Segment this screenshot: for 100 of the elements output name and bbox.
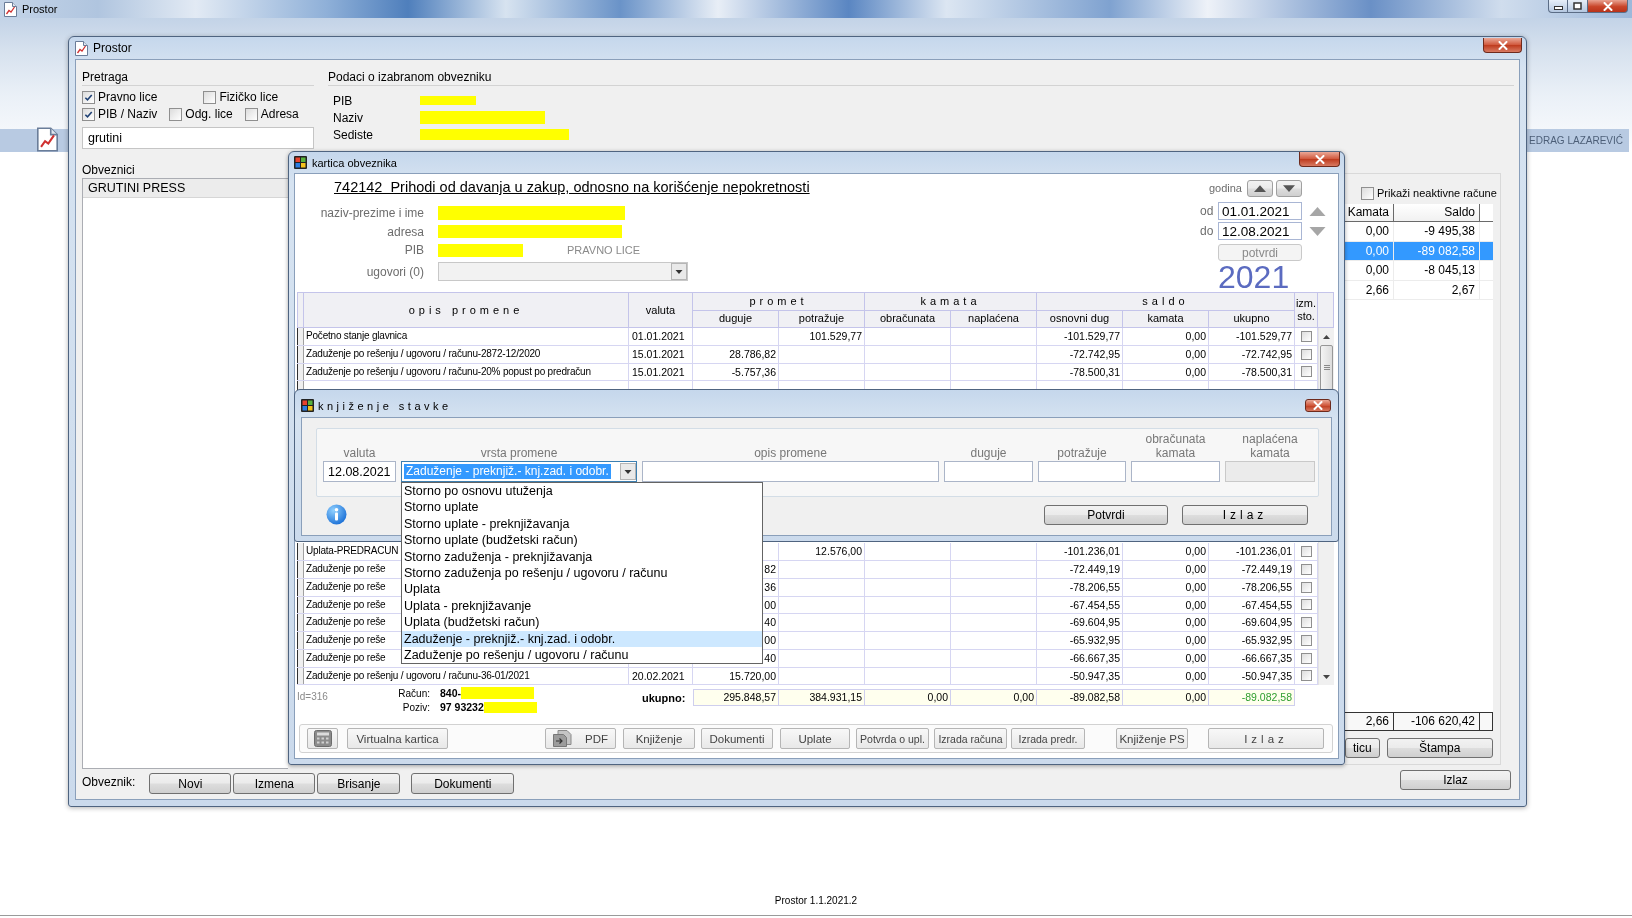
checkbox[interactable] (82, 90, 95, 104)
info-icon[interactable] (326, 504, 347, 525)
table-cell: -65.932,95 (1069, 634, 1120, 646)
dropdown-option[interactable]: Uplata (budžetski račun) (402, 614, 762, 631)
partially-hidden-button[interactable]: ticu (1345, 738, 1380, 758)
input-field[interactable] (642, 461, 939, 482)
input-field[interactable] (944, 461, 1033, 482)
row-selector[interactable] (297, 649, 304, 667)
document-icon (553, 730, 573, 748)
checkbox[interactable] (1301, 670, 1312, 682)
checkbox-label[interactable]: Adresa (260, 107, 299, 121)
chart-document-icon[interactable] (37, 127, 58, 152)
documents-button[interactable]: Dokumenti (411, 773, 515, 794)
row-selector[interactable] (297, 614, 304, 631)
checkbox[interactable] (1301, 546, 1312, 558)
input-field[interactable] (1131, 461, 1220, 482)
checkbox[interactable] (1301, 599, 1312, 611)
checkbox-label[interactable]: Pravno lice (98, 90, 158, 104)
checkbox-label[interactable]: Odg. lice (185, 107, 233, 121)
spin-down-button[interactable] (1276, 179, 1302, 197)
print-button[interactable]: Štampa (1386, 738, 1493, 758)
date-field[interactable]: 12.08.2021 (1218, 222, 1302, 240)
close-button[interactable] (1588, 0, 1628, 13)
payment-confirmation-button[interactable]: Potvrda o upl. (856, 728, 929, 750)
documents-button[interactable]: Dokumenti (701, 728, 773, 750)
table-row[interactable]: 0,00 -9 495,38 (1345, 222, 1493, 242)
dropdown-option[interactable]: Storno uplate (402, 499, 762, 516)
table-row[interactable]: Početno stanje glavnica 01.01.2021 101.529,77 -101.529,77 0,00 -101.529,77 (297, 328, 1318, 346)
checkbox[interactable] (244, 107, 258, 121)
delete-button[interactable]: Brisanje (317, 773, 401, 794)
table-cell: -78.500,31 (1069, 365, 1120, 378)
checkbox[interactable] (1301, 348, 1312, 360)
table-cell: -8 045,13 (1394, 261, 1480, 280)
table-cell: -101.529,77 (1063, 330, 1120, 342)
payments-button[interactable]: Uplate (780, 728, 850, 750)
table-cell: 40 (764, 616, 776, 629)
checkbox[interactable] (1361, 186, 1374, 200)
checkbox-label[interactable]: Fizičko lice (219, 90, 279, 104)
row-selector[interactable] (297, 667, 304, 685)
confirm-button[interactable]: Potvrdi (1044, 504, 1168, 525)
exit-button[interactable]: Izlaz (1400, 770, 1511, 790)
checkbox-label[interactable]: Prikaži neaktivne račune (1377, 186, 1497, 200)
row-selector[interactable] (297, 596, 304, 614)
invoice-button[interactable]: Izrada računa (934, 728, 1007, 750)
search-field[interactable]: grutini (82, 127, 314, 149)
posting-button[interactable]: Knjiženje (623, 728, 695, 750)
minimize-button[interactable] (1548, 0, 1568, 13)
table-cell: -67.454,55 (1069, 598, 1120, 611)
table-row[interactable]: Zaduženje po rešenju / ugovoru / računu-20% popust po predračun 15.01.2021 -5.757,36 -78.500,31 0,00 -78.500,31 (297, 363, 1318, 382)
checkbox[interactable] (1301, 634, 1312, 646)
exit-button[interactable]: Izlaz (1208, 728, 1324, 750)
checkbox[interactable] (1301, 330, 1312, 342)
checkbox[interactable] (169, 107, 183, 121)
list-item[interactable]: GRUTINI PRESS (83, 179, 288, 198)
row-selector[interactable] (297, 632, 304, 649)
scroll-thumb[interactable] (1320, 345, 1333, 391)
close-button[interactable] (1305, 399, 1331, 412)
date-field[interactable]: 01.01.2021 (1218, 202, 1302, 220)
dropdown-option[interactable]: Storno po osnovu utuženja (402, 483, 762, 500)
section-title: Podaci o izabranom obvezniku (328, 70, 492, 84)
dropdown-option[interactable]: Uplata - preknjižavanje (402, 597, 762, 615)
row-selector[interactable] (297, 328, 304, 345)
edit-button[interactable]: Izmena (233, 773, 316, 794)
dropdown-option[interactable]: Storno uplate - preknjižavanja (402, 515, 762, 533)
checkbox[interactable] (1301, 581, 1312, 593)
table-row[interactable]: Zaduženje po rešenju / ugovoru / računu-36-01/2021 20.02.2021 15.720,00 -50.947,35 0,00 -50.947,35 (297, 667, 1318, 686)
dropdown-option[interactable]: Zaduženje - preknjiž.- knj.zad. i odobr. (402, 630, 762, 647)
close-button[interactable] (1483, 38, 1522, 53)
spin-up-button[interactable] (1247, 179, 1273, 197)
input-field[interactable] (1038, 461, 1126, 482)
exit-button[interactable]: Izlaz (1182, 504, 1308, 525)
checkbox[interactable] (1301, 563, 1312, 575)
row-selector[interactable] (297, 363, 304, 381)
virtual-card-button[interactable]: Virtualna kartica (347, 728, 448, 750)
caret-down-icon (620, 462, 636, 481)
checkbox-label[interactable]: PIB / Naziv (98, 107, 158, 121)
row-selector[interactable] (297, 578, 304, 596)
new-button[interactable]: Novi (149, 773, 232, 794)
pro-forma-button[interactable]: Izrada predr. (1011, 728, 1085, 750)
table-cell: 0,00 (1185, 651, 1206, 664)
row-selector[interactable] (297, 345, 304, 363)
opening-balance-button[interactable]: Knjiženje PS (1116, 728, 1188, 750)
calculator-button[interactable] (307, 728, 338, 750)
column-header: naplaćena (951, 310, 1037, 328)
close-button[interactable] (1299, 152, 1340, 167)
row-selector[interactable] (297, 561, 304, 578)
checkbox[interactable] (82, 107, 95, 121)
checkbox[interactable] (203, 90, 217, 104)
pdf-button[interactable]: PDF (545, 728, 616, 750)
column-header[interactable]: Saldo (1394, 204, 1480, 221)
checkbox[interactable] (1301, 617, 1312, 629)
column-header[interactable]: Kamata (1345, 204, 1394, 221)
checkbox[interactable] (1301, 652, 1312, 664)
checkbox[interactable] (1301, 366, 1312, 378)
table-row[interactable]: Zaduženje po rešenju / ugovoru / računu-2872-12/2020 15.01.2021 28.786,82 -72.742,95 0,00 -72.742,95 (297, 345, 1318, 364)
dropdown-option[interactable]: Uplata (402, 581, 762, 598)
input-field[interactable]: 12.08.2021 (323, 461, 396, 482)
row-selector[interactable] (297, 543, 304, 560)
table-row[interactable]: 0,00 -8 045,13 (1345, 261, 1493, 281)
maximize-button[interactable] (1568, 0, 1588, 13)
